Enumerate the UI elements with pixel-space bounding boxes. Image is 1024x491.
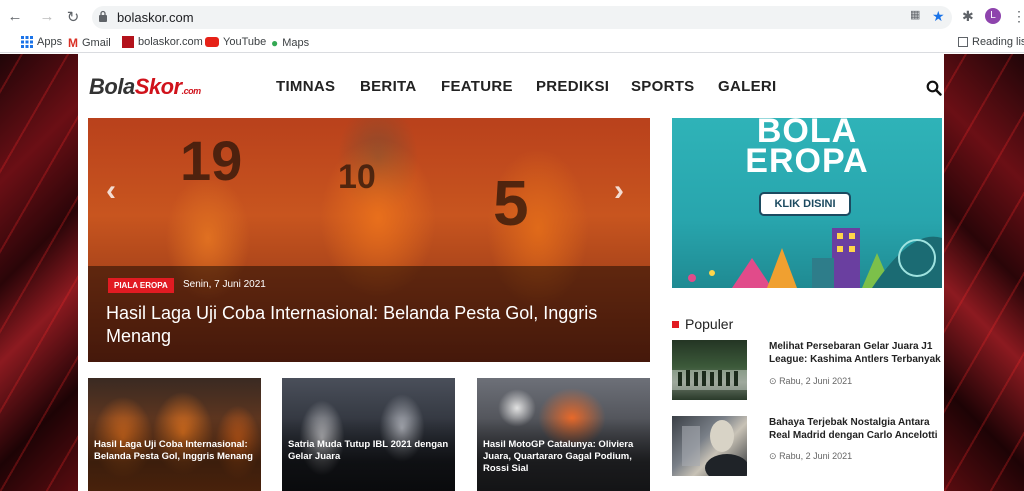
hero-jersey-number: 19 [180, 129, 243, 192]
bookmark-star-icon[interactable]: ★ [932, 8, 945, 25]
logo-text-red: Skor [134, 74, 182, 99]
popular-thumbnail[interactable] [672, 416, 747, 476]
bookmark-gmail[interactable]: M Gmail [68, 36, 111, 50]
profile-avatar[interactable]: L [985, 8, 1001, 24]
extensions-icon[interactable]: ✱ [962, 8, 974, 25]
bookmark-maps[interactable]: ● Maps [271, 36, 309, 50]
maps-pin-icon: ● [271, 36, 279, 50]
search-icon[interactable] [926, 80, 942, 96]
reading-list-icon [958, 37, 968, 47]
news-card-title[interactable]: Hasil MotoGP Catalunya: Oliviera Juara, … [483, 439, 647, 475]
news-card[interactable]: Hasil Laga Uji Coba Internasional: Belan… [88, 378, 261, 491]
ad-stadium-illustration [688, 228, 942, 288]
bookmark-youtube[interactable]: YouTube [205, 36, 266, 48]
site-logo[interactable]: BolaSkor.com [89, 74, 201, 100]
nav-sports[interactable]: SPORTS [631, 78, 694, 95]
address-bar[interactable] [92, 6, 952, 29]
popular-thumbnail[interactable] [672, 340, 747, 400]
slider-prev-icon[interactable]: ‹ [106, 174, 116, 208]
bookmark-label: Maps [282, 37, 310, 49]
clock-icon: ⊙ [769, 451, 777, 461]
nav-galeri[interactable]: GALERI [718, 78, 776, 95]
forward-icon[interactable]: → [38, 8, 56, 25]
popular-item-title[interactable]: Melihat Persebaran Gelar Juara J1 League… [769, 340, 941, 366]
page-content: BolaSkor.com TIMNAS BERITA FEATURE PREDI… [78, 54, 944, 491]
browser-toolbar: ← → ↻ bolaskor.com ▦ ★ ✱ L ⋮ [0, 0, 1024, 33]
bookmark-label: Apps [37, 36, 63, 48]
background-skin-left [0, 54, 78, 491]
hero-date: Senin, 7 Juni 2021 [183, 279, 266, 290]
hero-headline[interactable]: Hasil Laga Uji Coba Internasional: Belan… [106, 302, 636, 348]
bookmark-label: Gmail [82, 37, 111, 49]
logo-text: Bola [89, 74, 135, 99]
popular-item-title[interactable]: Bahaya Terjebak Nostalgia Antara Real Ma… [769, 416, 941, 442]
popular-thumbnail-image [672, 370, 747, 390]
popular-heading: Populer [672, 316, 733, 332]
reload-icon[interactable]: ↻ [64, 8, 82, 26]
apps-grid-icon [21, 36, 33, 48]
hero-slider[interactable]: 19 10 5 ‹ › PIALA EROPA Senin, 7 Juni 20… [88, 118, 650, 362]
bookmark-label: YouTube [223, 36, 267, 48]
category-badge[interactable]: PIALA EROPA [108, 278, 174, 293]
logo-suffix: .com [181, 86, 202, 96]
youtube-icon [205, 37, 219, 47]
nav-berita[interactable]: BERITA [360, 78, 417, 95]
slider-next-icon[interactable]: › [614, 174, 624, 208]
background-skin-right [944, 54, 1024, 491]
gmail-icon: M [68, 36, 78, 50]
hero-jersey-number: 10 [338, 158, 376, 196]
url-text[interactable]: bolaskor.com [117, 10, 194, 25]
bookmark-label: bolaskor.com [138, 36, 203, 48]
popular-thumbnail-image [682, 420, 747, 476]
popular-item-date-text: Rabu, 2 Juni 2021 [779, 451, 853, 461]
clock-icon: ⊙ [769, 376, 777, 386]
back-icon[interactable]: ← [6, 8, 24, 25]
popular-item-date: ⊙ Rabu, 2 Juni 2021 [769, 451, 852, 462]
bookmark-apps[interactable]: Apps [21, 36, 62, 48]
bookmark-bolaskor[interactable]: bolaskor.com [122, 36, 203, 48]
bola-eropa-ad-banner[interactable]: BOLA EROPA KLIK DISINI [672, 118, 942, 288]
popular-heading-text: Populer [685, 316, 734, 332]
bolaskor-favicon-icon [122, 36, 134, 48]
nav-feature[interactable]: FEATURE [441, 78, 513, 95]
reading-list-label: Reading list [972, 36, 1024, 48]
bookmarks-bar: Apps M Gmail bolaskor.com YouTube ● Maps… [0, 33, 1024, 53]
nav-prediksi[interactable]: PREDIKSI [536, 78, 609, 95]
web-page: BolaSkor.com TIMNAS BERITA FEATURE PREDI… [0, 54, 1024, 491]
news-card-title[interactable]: Hasil Laga Uji Coba Internasional: Belan… [94, 439, 258, 463]
news-card-title[interactable]: Satria Muda Tutup IBL 2021 dengan Gelar … [288, 439, 452, 463]
popular-item-date: ⊙ Rabu, 2 Juni 2021 [769, 376, 852, 387]
site-header: BolaSkor.com TIMNAS BERITA FEATURE PREDI… [78, 54, 944, 118]
translate-icon[interactable]: ▦ [910, 8, 920, 21]
lock-icon [99, 10, 107, 22]
section-marker [672, 320, 679, 328]
reading-list-button[interactable]: Reading list [958, 36, 1024, 48]
popular-item-date-text: Rabu, 2 Juni 2021 [779, 376, 853, 386]
browser-menu-icon[interactable]: ⋮ [1012, 8, 1024, 25]
news-card[interactable]: Hasil MotoGP Catalunya: Oliviera Juara, … [477, 378, 650, 491]
hero-jersey-number: 5 [493, 167, 529, 239]
news-card[interactable]: Satria Muda Tutup IBL 2021 dengan Gelar … [282, 378, 455, 491]
nav-timnas[interactable]: TIMNAS [276, 78, 335, 95]
ad-cta-button[interactable]: KLIK DISINI [759, 192, 851, 216]
ad-title-line2: EROPA [745, 142, 869, 180]
